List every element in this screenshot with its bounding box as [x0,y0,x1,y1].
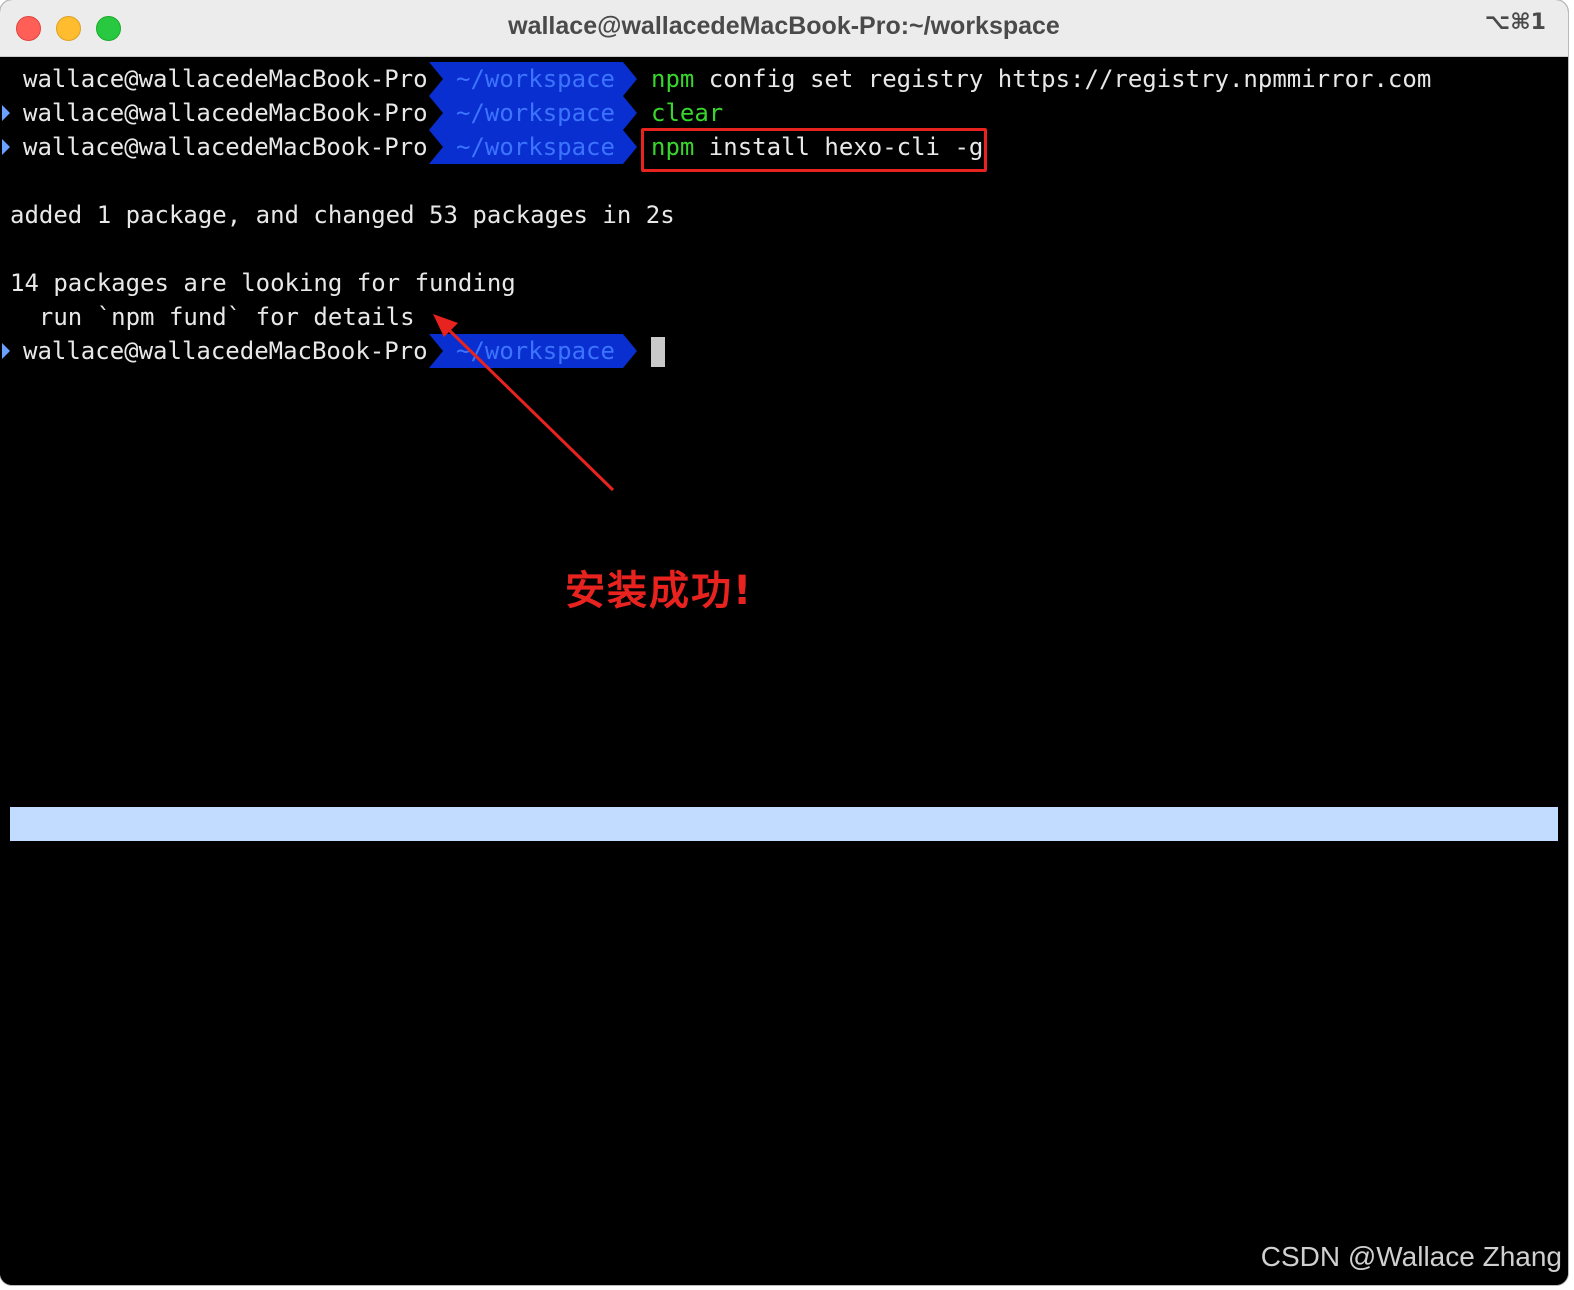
command-args: config set registry https://registry.npm… [694,65,1432,93]
prompt-line: wallace@wallacedeMacBook-Pro ~/workspace… [0,62,1568,96]
highlight-box [641,128,987,172]
prompt-user: wallace@wallacedeMacBook-Pro [23,337,428,365]
prompt-line: wallace@wallacedeMacBook-Pro ~/workspace [0,334,1568,368]
prompt-marker-icon [2,105,10,121]
prompt-directory: ~/workspace [456,65,615,93]
prompt-user: wallace@wallacedeMacBook-Pro [23,133,428,161]
terminal-window: wallace@wallacedeMacBook-Pro:~/workspace… [0,0,1568,1285]
prompt-user: wallace@wallacedeMacBook-Pro [23,99,428,127]
prompt-directory: ~/workspace [456,99,615,127]
output-line: run `npm fund` for details [10,303,415,331]
tab-shortcut-label: ⌥⌘1 [1484,10,1546,35]
prompt-directory: ~/workspace [456,133,615,161]
prompt-directory-segment: ~/workspace [429,62,637,96]
prompt-marker-icon [2,139,10,155]
title-bar[interactable]: wallace@wallacedeMacBook-Pro:~/workspace… [0,0,1568,57]
prompt-directory-segment: ~/workspace [429,130,637,164]
window-title: wallace@wallacedeMacBook-Pro:~/workspace [508,12,1060,40]
prompt-user: wallace@wallacedeMacBook-Pro [23,65,428,93]
prompt-directory-segment: ~/workspace [429,334,637,368]
prompt-directory: ~/workspace [456,337,615,365]
prompt-line: wallace@wallacedeMacBook-Pro ~/workspace… [0,96,1568,130]
terminal-content[interactable]: wallace@wallacedeMacBook-Pro ~/workspace… [0,57,1568,1285]
command-name: npm [651,65,695,93]
text-cursor [651,337,665,367]
command-name: clear [651,99,724,127]
annotation-label: 安装成功! [565,568,754,614]
prompt-marker-icon [2,343,10,359]
selection-bar [10,807,1558,841]
output-line: added 1 package, and changed 53 packages… [10,201,675,229]
output-line: 14 packages are looking for funding [10,269,516,297]
arrow-icon [433,314,615,492]
watermark: CSDN @Wallace Zhang [1260,1241,1562,1272]
prompt-directory-segment: ~/workspace [429,96,637,130]
